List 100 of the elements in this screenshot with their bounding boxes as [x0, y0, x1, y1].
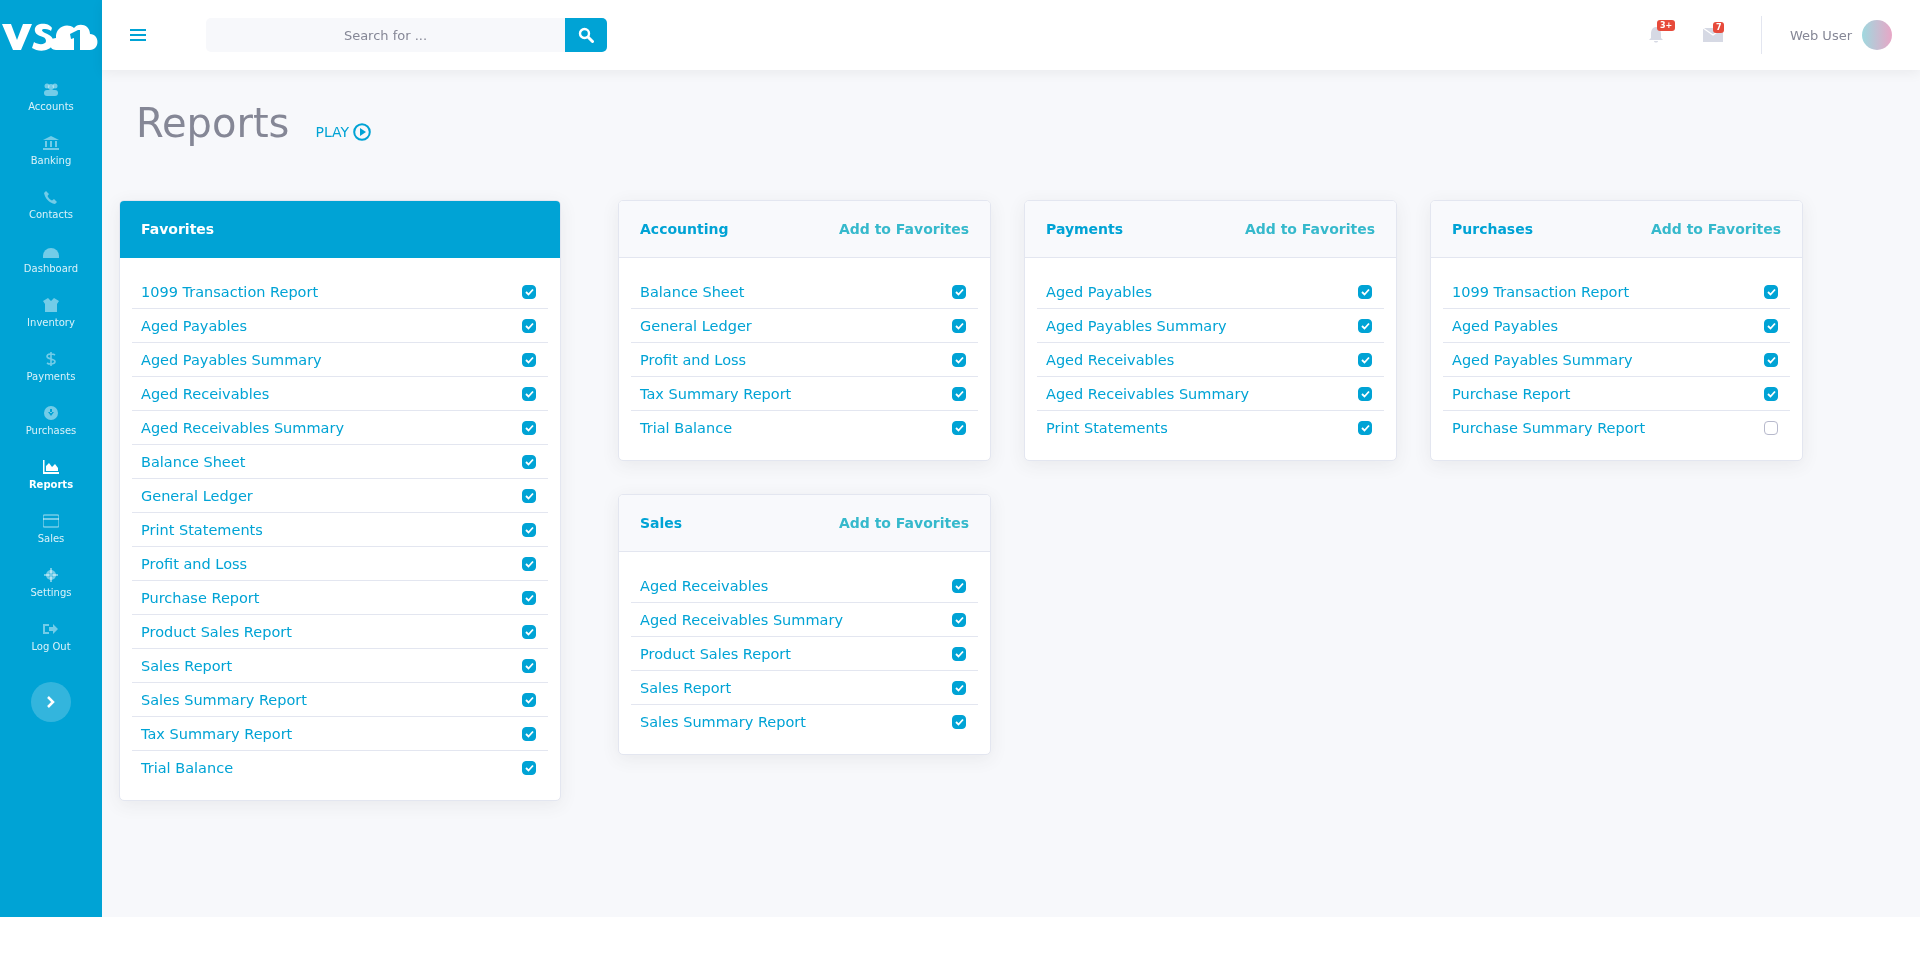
- report-link[interactable]: Purchase Report: [141, 589, 260, 606]
- report-link[interactable]: Aged Receivables Summary: [1046, 385, 1249, 402]
- report-link[interactable]: Profit and Loss: [640, 351, 747, 368]
- favorite-checkbox[interactable]: [952, 386, 966, 401]
- sidebar-item[interactable]: Settings: [30, 556, 72, 610]
- favorite-checkbox[interactable]: [1764, 284, 1778, 299]
- favorite-checkbox[interactable]: [522, 318, 536, 333]
- favorite-checkbox[interactable]: [952, 680, 966, 695]
- report-link[interactable]: Aged Payables: [1452, 317, 1558, 334]
- report-link[interactable]: Aged Payables Summary: [1046, 317, 1227, 334]
- report-link[interactable]: General Ledger: [640, 317, 752, 334]
- report-link[interactable]: 1099 Transaction Report: [141, 283, 319, 300]
- report-link[interactable]: Aged Receivables: [640, 577, 769, 594]
- favorite-checkbox[interactable]: [1358, 352, 1372, 367]
- favorite-checkbox[interactable]: [522, 488, 536, 503]
- search-field[interactable]: Search for ...: [206, 18, 565, 52]
- favorite-checkbox[interactable]: [952, 578, 966, 593]
- play-link[interactable]: PLAY: [315, 123, 372, 141]
- report-link[interactable]: Sales Report: [640, 679, 732, 696]
- favorite-checkbox[interactable]: [522, 760, 536, 775]
- add-to-favorites-link[interactable]: Add to Favorites: [1650, 221, 1781, 237]
- favorite-checkbox[interactable]: [952, 646, 966, 661]
- page-title: Reports: [136, 100, 290, 146]
- report-link[interactable]: Balance Sheet: [141, 453, 246, 470]
- favorite-checkbox[interactable]: [952, 318, 966, 333]
- add-to-favorites-link[interactable]: Add to Favorites: [838, 515, 969, 531]
- sidebar-item[interactable]: Sales: [37, 502, 65, 556]
- card-title: Sales: [640, 515, 683, 531]
- favorite-checkbox[interactable]: [1764, 420, 1778, 435]
- sidebar-item[interactable]: Payments: [26, 340, 76, 394]
- area-chart-icon: [43, 460, 59, 474]
- favorite-checkbox[interactable]: [522, 556, 536, 571]
- sidebar-item[interactable]: Accounts: [28, 70, 74, 124]
- report-link[interactable]: Sales Report: [141, 657, 233, 674]
- card-title: Accounting: [640, 221, 729, 237]
- report-link[interactable]: Trial Balance: [640, 419, 733, 436]
- sidebar-item[interactable]: Inventory: [27, 286, 75, 340]
- report-link[interactable]: Aged Receivables: [1046, 351, 1175, 368]
- report-link[interactable]: Aged Receivables Summary: [640, 611, 843, 628]
- favorite-checkbox[interactable]: [1764, 318, 1778, 333]
- report-link[interactable]: Balance Sheet: [640, 283, 745, 300]
- favorite-checkbox[interactable]: [952, 612, 966, 627]
- favorite-checkbox[interactable]: [522, 624, 536, 639]
- add-to-favorites-link[interactable]: Add to Favorites: [1244, 221, 1375, 237]
- report-link[interactable]: Product Sales Report: [640, 645, 791, 662]
- favorite-checkbox[interactable]: [522, 386, 536, 401]
- report-link[interactable]: Aged Payables: [141, 317, 247, 334]
- menu-icon[interactable]: [130, 28, 146, 42]
- user-name[interactable]: Web User: [1789, 27, 1852, 43]
- favorite-checkbox[interactable]: [522, 692, 536, 707]
- favorite-checkbox[interactable]: [522, 522, 536, 537]
- search-button[interactable]: [565, 18, 607, 52]
- report-link[interactable]: Sales Summary Report: [141, 691, 307, 708]
- favorite-checkbox[interactable]: [1358, 284, 1372, 299]
- logout-icon: [43, 622, 59, 636]
- favorite-checkbox[interactable]: [1358, 318, 1372, 333]
- report-link[interactable]: Profit and Loss: [141, 555, 248, 572]
- report-link[interactable]: Product Sales Report: [141, 623, 292, 640]
- report-link[interactable]: Tax Summary Report: [141, 725, 293, 742]
- favorite-checkbox[interactable]: [522, 420, 536, 435]
- favorite-checkbox[interactable]: [1358, 420, 1372, 435]
- sidebar-item[interactable]: Purchases: [25, 394, 77, 448]
- add-to-favorites-link[interactable]: Add to Favorites: [838, 221, 969, 237]
- report-link[interactable]: Tax Summary Report: [640, 385, 792, 402]
- favorite-checkbox[interactable]: [952, 352, 966, 367]
- sidebar-item[interactable]: Banking: [30, 124, 72, 178]
- report-link[interactable]: Aged Receivables Summary: [141, 419, 344, 436]
- report-link[interactable]: Aged Receivables: [141, 385, 270, 402]
- expand-button[interactable]: [31, 682, 71, 722]
- favorite-checkbox[interactable]: [952, 420, 966, 435]
- favorite-checkbox[interactable]: [952, 284, 966, 299]
- favorite-checkbox[interactable]: [1358, 386, 1372, 401]
- favorite-checkbox[interactable]: [522, 352, 536, 367]
- sidebar-item[interactable]: Dashboard: [23, 232, 79, 286]
- report-link[interactable]: General Ledger: [141, 487, 253, 504]
- report-link[interactable]: Aged Payables: [1046, 283, 1152, 300]
- favorite-checkbox[interactable]: [952, 714, 966, 729]
- sidebar-item[interactable]: Contacts: [28, 178, 74, 232]
- report-link[interactable]: Print Statements: [1046, 419, 1168, 436]
- card-title: Favorites: [141, 221, 215, 237]
- sidebar-item[interactable]: Log Out: [31, 610, 71, 664]
- avatar[interactable]: [1862, 20, 1892, 50]
- bank-icon: [43, 136, 59, 150]
- favorite-checkbox[interactable]: [522, 284, 536, 299]
- favorite-checkbox[interactable]: [1764, 352, 1778, 367]
- report-link[interactable]: Aged Payables Summary: [1452, 351, 1633, 368]
- report-link[interactable]: Purchase Summary Report: [1452, 419, 1646, 436]
- report-link[interactable]: Purchase Report: [1452, 385, 1571, 402]
- report-link[interactable]: 1099 Transaction Report: [1452, 283, 1630, 300]
- report-link[interactable]: Sales Summary Report: [640, 713, 806, 730]
- favorite-checkbox[interactable]: [522, 726, 536, 741]
- favorite-checkbox[interactable]: [522, 454, 536, 469]
- favorite-checkbox[interactable]: [1764, 386, 1778, 401]
- sidebar-item[interactable]: Reports: [28, 448, 74, 502]
- report-link[interactable]: Trial Balance: [141, 759, 234, 776]
- report-link[interactable]: Aged Payables Summary: [141, 351, 322, 368]
- report-link[interactable]: Print Statements: [141, 521, 263, 538]
- favorite-checkbox[interactable]: [522, 590, 536, 605]
- favorite-checkbox[interactable]: [522, 658, 536, 673]
- dollar-icon: [43, 352, 59, 366]
